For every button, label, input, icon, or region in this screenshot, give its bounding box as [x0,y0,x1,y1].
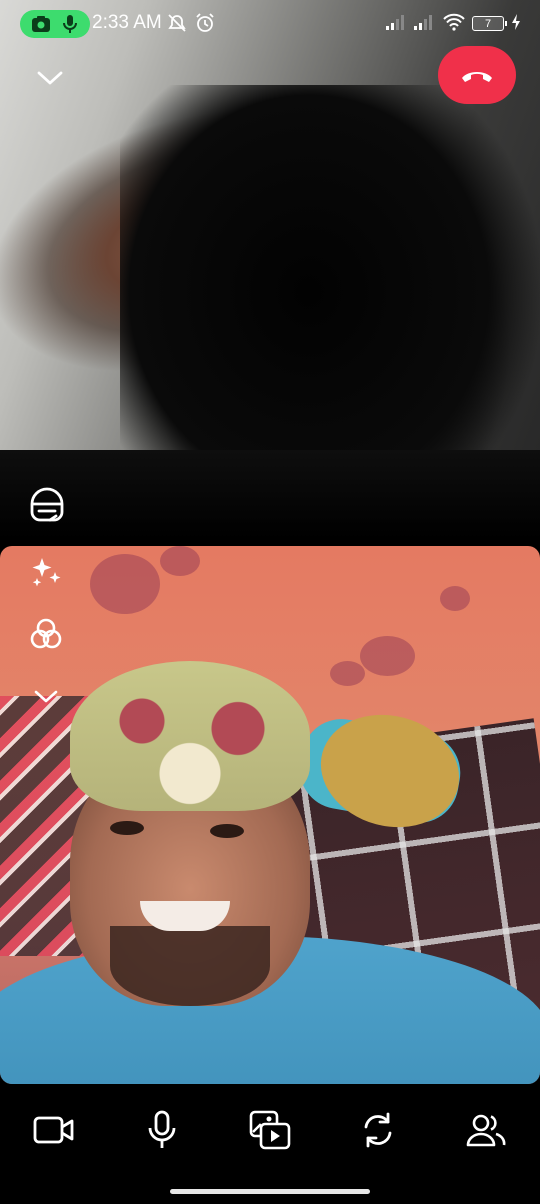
signal-icon [412,12,436,36]
alarm-icon [194,12,218,36]
microphone-icon [147,1110,177,1150]
end-call-button[interactable] [438,46,516,104]
signal-icon [384,12,408,36]
effects-sparkles-button[interactable] [26,552,66,592]
call-toolbar [0,1090,540,1170]
people-icon [465,1111,507,1149]
chevron-down-icon [34,62,66,94]
video-camera-icon [33,1115,75,1145]
participants-button[interactable] [456,1100,516,1160]
media-share-icon [249,1110,291,1150]
charging-icon [510,12,524,36]
share-media-button[interactable] [240,1100,300,1160]
battery-icon: 7 [472,16,507,31]
filters-button[interactable] [26,614,66,654]
end-call-icon [459,65,495,85]
camera-icon [30,13,52,35]
clock: 2:33 AM [92,12,162,33]
toggle-microphone-button[interactable] [132,1100,192,1160]
home-indicator[interactable] [170,1189,370,1194]
self-view-tools [26,552,68,738]
filter-icon [28,616,64,652]
wifi-icon [442,12,466,36]
self-view-video[interactable] [0,546,540,1084]
effects-button[interactable] [26,484,68,524]
minimize-call-button[interactable] [34,62,66,94]
sparkles-icon [28,554,64,590]
chevron-down-icon [31,681,61,711]
microphone-icon [59,13,81,35]
switch-camera-icon [358,1110,398,1150]
more-tools-button[interactable] [26,676,66,716]
effects-icon [26,484,68,524]
status-bar: 2:33 AM 7 [0,0,540,48]
toggle-video-button[interactable] [24,1100,84,1160]
recording-indicator[interactable] [20,10,90,38]
switch-camera-button[interactable] [348,1100,408,1160]
mute-icon [166,12,190,36]
